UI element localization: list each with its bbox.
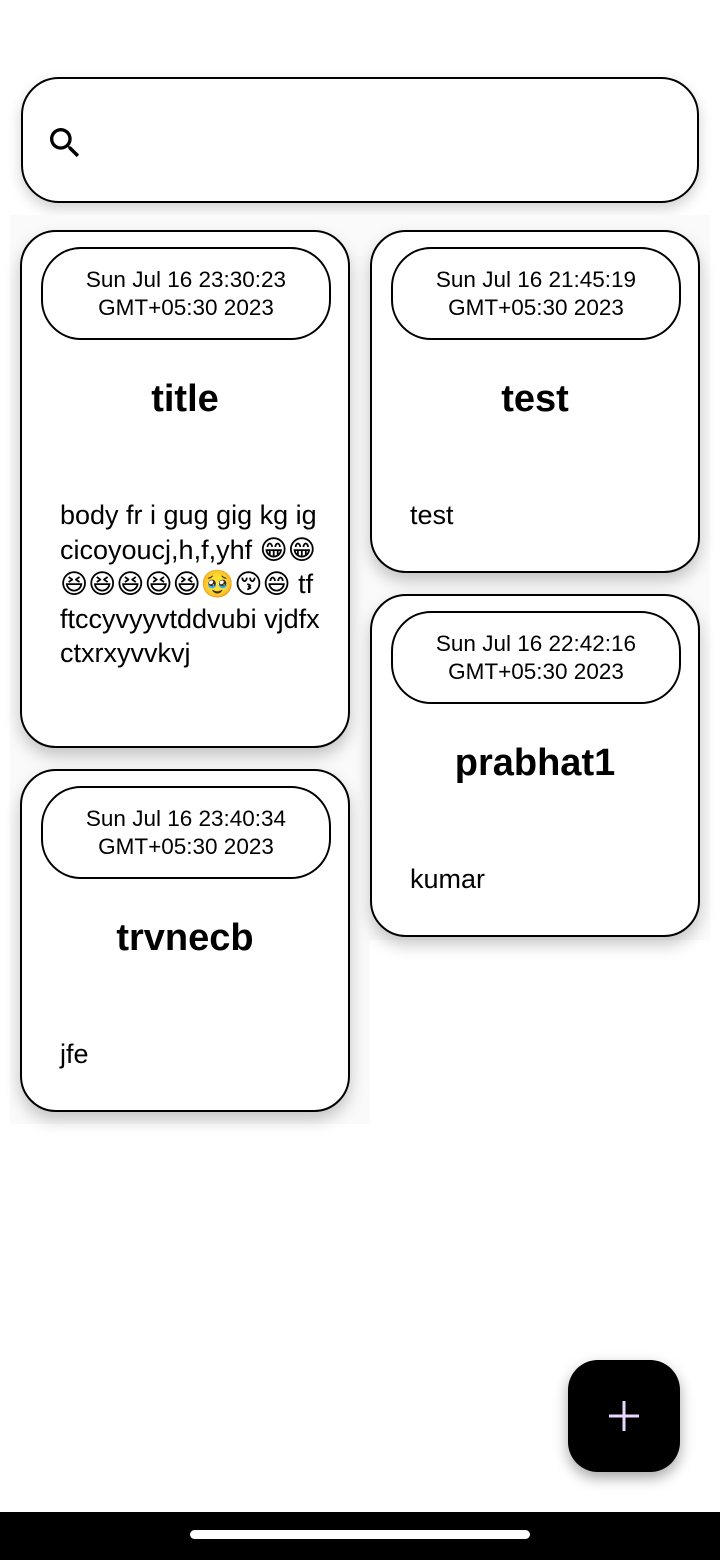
notes-grid: Sun Jul 16 23:30:23 GMT+05:30 2023 title… xyxy=(10,215,710,1124)
note-card[interactable]: Sun Jul 16 23:40:34 GMT+05:30 2023 trvne… xyxy=(20,769,350,1112)
add-note-button[interactable] xyxy=(568,1360,680,1472)
home-indicator[interactable] xyxy=(190,1530,530,1539)
search-input[interactable] xyxy=(103,109,673,173)
note-title: test xyxy=(501,378,569,420)
note-card[interactable]: Sun Jul 16 21:45:19 GMT+05:30 2023 test … xyxy=(370,230,700,573)
note-date: Sun Jul 16 21:45:19 GMT+05:30 2023 xyxy=(391,247,681,340)
note-body: body fr i gug gig kg igcicoyoucj,h,f,yhf… xyxy=(60,500,320,668)
note-card[interactable]: Sun Jul 16 22:42:16 GMT+05:30 2023 prabh… xyxy=(370,594,700,937)
note-date: Sun Jul 16 22:42:16 GMT+05:30 2023 xyxy=(391,611,681,704)
note-card[interactable]: Sun Jul 16 23:30:23 GMT+05:30 2023 title… xyxy=(20,230,350,748)
note-body: kumar xyxy=(410,864,486,894)
note-date: Sun Jul 16 23:30:23 GMT+05:30 2023 xyxy=(41,247,331,340)
note-date: Sun Jul 16 23:40:34 GMT+05:30 2023 xyxy=(41,786,331,879)
plus-icon xyxy=(609,1401,639,1431)
note-body: jfe xyxy=(60,1039,89,1069)
note-body: test xyxy=(410,500,454,530)
note-title: trvnecb xyxy=(116,917,254,959)
search-bar[interactable] xyxy=(21,77,699,203)
search-icon xyxy=(50,128,80,158)
system-nav-bar xyxy=(0,1512,720,1560)
note-title: prabhat1 xyxy=(454,742,616,784)
note-title: title xyxy=(151,378,219,420)
